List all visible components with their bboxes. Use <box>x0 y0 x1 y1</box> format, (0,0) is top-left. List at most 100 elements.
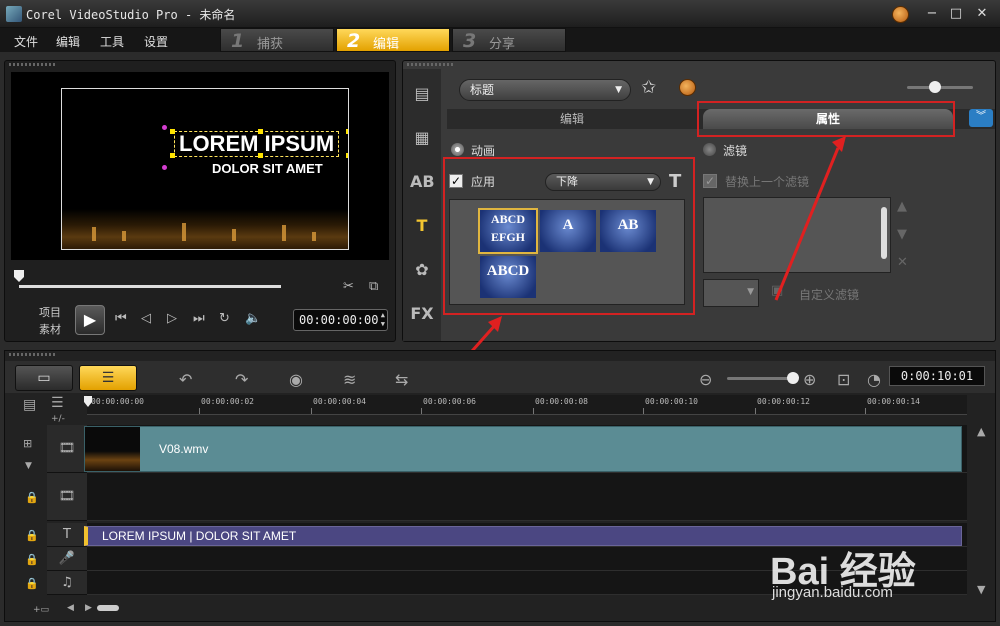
custom-filter-icon[interactable]: ▣ <box>771 283 783 298</box>
track-lock-icon[interactable]: 🔒 <box>25 553 39 566</box>
title-track-header[interactable]: T <box>47 523 87 547</box>
music-track-header[interactable]: ♫ <box>47 571 87 595</box>
scroll-left-icon[interactable]: ◀ <box>67 603 74 613</box>
resize-handle[interactable] <box>346 129 348 134</box>
category-dropdown[interactable]: 标题 ▼ <box>459 79 631 101</box>
track-lock-icon[interactable]: ⊞ <box>23 437 32 450</box>
track-manager-icon[interactable]: ☰ <box>51 395 64 411</box>
panel-grip[interactable] <box>407 63 453 66</box>
preview-title-text[interactable]: LOREM IPSUM <box>174 131 340 157</box>
zoom-out-icon[interactable]: ⊖ <box>699 370 712 389</box>
add-favorite-icon[interactable]: ✩ <box>641 77 656 98</box>
instant-project-icon[interactable]: ▦ <box>410 127 434 149</box>
record-capture-icon[interactable]: ◉ <box>289 370 303 389</box>
baidu-watermark: Bai 经验 jingyan.baidu.com <box>770 518 990 608</box>
filter-fx-icon[interactable]: FX <box>410 303 434 325</box>
go-to-start-icon[interactable]: ⏮ <box>115 311 127 326</box>
zoom-slider[interactable] <box>727 377 793 380</box>
resize-handle[interactable] <box>258 129 263 134</box>
preview-screen[interactable]: LOREM IPSUM DOLOR SIT AMET <box>11 72 389 260</box>
maximize-button[interactable]: □ <box>946 5 966 23</box>
repeat-icon[interactable]: ↻ <box>219 311 230 326</box>
go-to-end-icon[interactable]: ⏭ <box>193 311 205 326</box>
media-icon[interactable]: ▤ <box>410 83 434 105</box>
video-clip[interactable]: V08.wmv <box>84 426 962 472</box>
track-lock-icon[interactable]: 🔒 <box>25 491 39 504</box>
close-button[interactable]: ✕ <box>972 5 992 23</box>
expand-options-icon[interactable]: ︾ <box>969 109 993 127</box>
resize-handle[interactable] <box>170 129 175 134</box>
play-button[interactable]: ▶ <box>75 305 105 335</box>
filter-list[interactable] <box>703 197 891 273</box>
preview-subtitle-text[interactable]: DOLOR SIT AMET <box>212 161 323 176</box>
replace-filter-label: 替换上一个滤镜 <box>725 175 810 189</box>
menu-edit[interactable]: 编辑 <box>56 33 80 50</box>
timecode-spinner[interactable]: ▲ ▼ <box>381 311 385 329</box>
next-frame-icon[interactable]: ▷ <box>167 311 177 326</box>
replace-filter-checkbox[interactable]: ✓ <box>703 174 717 188</box>
mode-clip[interactable]: 素材 <box>39 321 61 337</box>
menu-tools[interactable]: 工具 <box>100 33 124 50</box>
move-up-icon[interactable]: ▲ <box>897 199 907 214</box>
chevron-down-icon[interactable]: ▼ <box>25 461 32 471</box>
previous-frame-icon[interactable]: ◁ <box>141 311 151 326</box>
menu-settings[interactable]: 设置 <box>144 33 168 50</box>
menu-file[interactable]: 文件 <box>14 33 38 50</box>
project-duration-icon[interactable]: ◔ <box>867 370 881 389</box>
transition-icon[interactable]: AB <box>410 171 435 193</box>
track-lock-icon[interactable]: 🔒 <box>25 529 39 542</box>
video-track-header[interactable]: 🎞 <box>47 425 87 473</box>
resize-handle[interactable] <box>170 153 175 158</box>
zoom-slider-knob[interactable] <box>787 372 799 384</box>
auto-music-icon[interactable]: ⇆ <box>395 370 408 389</box>
move-down-icon[interactable]: ▼ <box>897 227 907 242</box>
panel-grip[interactable] <box>9 63 55 66</box>
redo-icon[interactable]: ↷ <box>235 370 248 389</box>
playhead-marker[interactable] <box>83 395 93 409</box>
resize-handle[interactable] <box>258 153 263 158</box>
zoom-in-icon[interactable]: ⊕ <box>803 370 816 389</box>
preview-timecode[interactable]: 00:00:00:00 ▲ ▼ <box>293 309 388 331</box>
step-edit[interactable]: 2 编辑 <box>336 28 450 52</box>
content-orb-icon[interactable] <box>679 79 696 96</box>
voice-track-header[interactable]: 🎤 <box>47 547 87 571</box>
step-capture[interactable]: 1 捕获 <box>220 28 334 52</box>
remove-filter-icon[interactable]: ✕ <box>897 255 908 270</box>
timeline-view-button[interactable]: ☰ <box>79 365 137 391</box>
scrubber-handle[interactable] <box>13 269 25 283</box>
enlarge-preview-icon[interactable]: ⧉ <box>369 279 378 294</box>
storyboard-view-button[interactable]: ▭ <box>15 365 73 391</box>
resize-handle[interactable] <box>346 153 348 158</box>
filter-radio[interactable] <box>703 143 716 156</box>
resize-handle[interactable] <box>162 165 167 170</box>
overlay-track[interactable] <box>87 473 967 521</box>
track-lock-icon[interactable]: 🔒 <box>25 577 39 590</box>
title-icon[interactable]: T <box>410 215 434 237</box>
scroll-right-icon[interactable]: ▶ <box>85 603 92 613</box>
animation-radio[interactable] <box>451 143 464 156</box>
timeline-ruler[interactable]: 00:00:00:00 00:00:00:02 00:00:00:04 00:0… <box>87 395 967 415</box>
mode-project[interactable]: 项目 <box>39 304 61 320</box>
filter-preset-dropdown[interactable]: ▼ <box>703 279 759 307</box>
zoom-toggle[interactable]: +/- <box>51 414 65 424</box>
show-all-tracks-icon[interactable]: ▤ <box>23 397 36 413</box>
thumbnail-size-knob[interactable] <box>929 81 941 93</box>
scrubber-bar[interactable] <box>19 285 281 288</box>
tab-edit[interactable]: 编辑 <box>447 109 697 129</box>
step-share[interactable]: 3 分享 <box>452 28 566 52</box>
volume-icon[interactable]: 🔈 <box>245 311 261 326</box>
scroll-up-icon[interactable]: ▲ <box>977 425 985 438</box>
fit-project-icon[interactable]: ⊡ <box>837 370 850 389</box>
cut-clip-icon[interactable]: ✂ <box>343 279 354 294</box>
add-track-icon[interactable]: +▭ <box>33 605 49 615</box>
audio-mixer-icon[interactable]: ≋ <box>343 370 356 389</box>
panel-grip[interactable] <box>9 353 55 356</box>
resize-handle[interactable] <box>162 125 167 130</box>
filter-list-scrollbar[interactable] <box>881 207 887 259</box>
help-orb-icon[interactable] <box>892 6 909 23</box>
minimize-button[interactable]: − <box>922 5 942 23</box>
overlay-track-header[interactable]: 🎞 <box>47 473 87 521</box>
graphic-icon[interactable]: ✿ <box>410 259 434 281</box>
horizontal-scrollbar[interactable] <box>97 605 119 611</box>
undo-icon[interactable]: ↶ <box>179 370 192 389</box>
